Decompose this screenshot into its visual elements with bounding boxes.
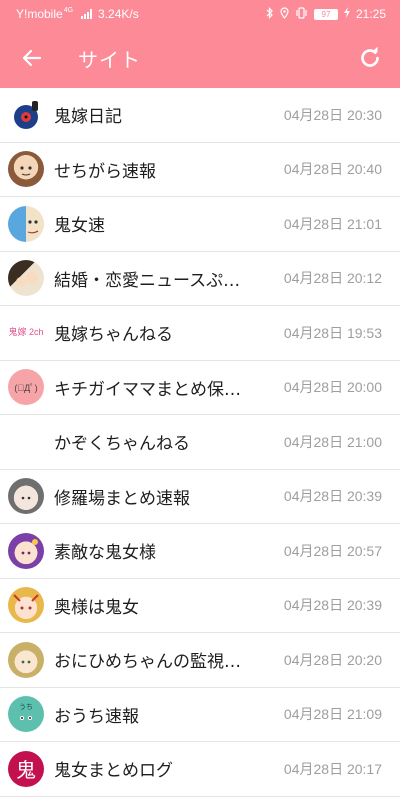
- site-name: 修羅場まとめ速報: [54, 488, 190, 509]
- charging-icon: [343, 7, 350, 21]
- page-title: サイト: [78, 47, 141, 72]
- site-avatar: [8, 260, 44, 297]
- site-name: 鬼嫁日記: [54, 107, 122, 128]
- status-right: 97 21:25: [266, 6, 386, 22]
- site-row-onihime-kanshi[interactable]: おにひめちゃんの監視… 04月28日 20:20: [0, 633, 400, 688]
- site-updated-time: 04月28日 19:53: [283, 324, 382, 341]
- site-name: キチガイママまとめ保…: [54, 379, 241, 400]
- site-name: せちがら速報: [54, 161, 156, 182]
- site-row-oniyome-channel[interactable]: 鬼嫁 2ch 鬼嫁ちゃんねる 04月28日 19:53: [0, 306, 400, 361]
- site-updated-time: 04月28日 20:57: [283, 542, 382, 559]
- site-avatar-logo-text: 鬼: [16, 758, 36, 783]
- network-type: 4G: [63, 7, 74, 14]
- status-left: Y!mobile4G 3.24K/s: [16, 7, 139, 21]
- character-avatar-icon: [13, 594, 39, 610]
- site-updated-time: 04月28日 21:00: [283, 433, 382, 450]
- site-row-kijosoku[interactable]: 鬼女速 04月28日 21:01: [0, 197, 400, 252]
- arrow-left-icon: [22, 49, 42, 67]
- site-name: 結婚・恋愛ニュースぷ…: [54, 270, 241, 291]
- character-avatar-icon: [21, 538, 38, 555]
- site-name: 鬼女速: [54, 216, 105, 237]
- site-row-shuraba-matome[interactable]: 修羅場まとめ速報 04月28日 20:39: [0, 470, 400, 524]
- vibrate-icon: [295, 6, 308, 22]
- site-avatar: [8, 96, 44, 133]
- site-avatar: 鬼: [8, 750, 44, 787]
- mascot-face-icon: [20, 716, 32, 721]
- site-name: 鬼嫁ちゃんねる: [54, 325, 173, 346]
- site-name: 素敵な鬼女様: [54, 543, 156, 564]
- site-updated-time: 04月28日 21:01: [283, 215, 382, 232]
- vinyl-record-icon: [14, 100, 38, 129]
- battery-icon: 97: [313, 8, 338, 20]
- site-avatar: [8, 205, 44, 242]
- site-updated-time: 04月28日 20:39: [283, 488, 382, 505]
- site-name: 鬼女まとめログ: [54, 761, 173, 782]
- site-list: 鬼嫁日記 04月28日 20:30 せちがら速報 04月28日 20:40 鬼女…: [0, 88, 400, 797]
- carrier-name: Y!mobile: [16, 7, 63, 21]
- refresh-button[interactable]: [352, 40, 388, 76]
- site-row-suteki-na-kijo[interactable]: 素敵な鬼女様 04月28日 20:57: [0, 524, 400, 579]
- refresh-icon: [361, 46, 379, 67]
- app-bar: サイト: [0, 28, 400, 88]
- character-avatar-icon: [21, 496, 31, 500]
- status-bar: Y!mobile4G 3.24K/s 97 21:25: [0, 0, 400, 28]
- site-updated-time: 04月28日 20:00: [283, 379, 382, 396]
- back-button[interactable]: [14, 40, 50, 76]
- site-updated-time: 04月28日 20:12: [283, 270, 382, 287]
- character-avatar-icon: [20, 166, 32, 176]
- site-avatar: [8, 641, 44, 678]
- site-name: おうち速報: [54, 706, 139, 727]
- site-row-ouchi-sokuho[interactable]: うち おうち速報 04月28日 21:09: [0, 688, 400, 742]
- site-name: かぞくちゃんねる: [54, 434, 190, 455]
- character-avatar-icon: [27, 220, 39, 234]
- site-updated-time: 04月28日 21:09: [283, 706, 382, 723]
- location-icon: [280, 6, 289, 22]
- site-avatar-logo-text: うち: [19, 704, 33, 712]
- couple-avatar-icon: [16, 272, 38, 288]
- site-avatar: [8, 587, 44, 624]
- site-row-okusama-wa-kijo[interactable]: 奥様は鬼女 04月28日 20:39: [0, 579, 400, 633]
- site-avatar-logo-text: 鬼嫁 2ch: [8, 326, 44, 337]
- bluetooth-icon: [266, 6, 274, 22]
- site-name: 奥様は鬼女: [54, 597, 139, 618]
- site-row-sechigara[interactable]: せちがら速報 04月28日 20:40: [0, 143, 400, 197]
- site-row-kekkon-renai[interactable]: 結婚・恋愛ニュースぷ… 04月28日 20:12: [0, 252, 400, 306]
- character-avatar-icon: [21, 660, 31, 664]
- site-avatar: 鬼嫁 2ch: [8, 314, 44, 351]
- site-updated-time: 04月28日 20:17: [283, 760, 382, 777]
- clock: 21:25: [355, 7, 386, 21]
- site-row-kichigai-mama[interactable]: (ﾟДﾟ) キチガイママまとめ保… 04月28日 20:00: [0, 361, 400, 415]
- site-row-kijo-matome-log[interactable]: 鬼 鬼女まとめログ 04月28日 20:17: [0, 742, 400, 797]
- site-avatar: [8, 151, 44, 188]
- site-avatar: [8, 424, 44, 460]
- signal-icon: [81, 9, 93, 19]
- site-row-kazoku-channel[interactable]: かぞくちゃんねる 04月28日 21:00: [0, 415, 400, 470]
- site-avatar-face-text: (ﾟДﾟ): [14, 382, 38, 393]
- site-name: おにひめちゃんの監視…: [54, 652, 241, 673]
- site-updated-time: 04月28日 20:40: [283, 161, 382, 178]
- site-updated-time: 04月28日 20:30: [283, 106, 382, 123]
- site-avatar: うち: [8, 696, 44, 733]
- site-avatar: [8, 478, 44, 515]
- site-avatar: [8, 532, 44, 569]
- site-row-oniyome-nikki[interactable]: 鬼嫁日記 04月28日 20:30: [0, 88, 400, 143]
- network-speed: 3.24K/s: [98, 7, 139, 21]
- site-updated-time: 04月28日 20:20: [283, 651, 382, 668]
- site-updated-time: 04月28日 20:39: [283, 597, 382, 614]
- carrier-label: Y!mobile4G: [16, 7, 73, 21]
- site-avatar: (ﾟДﾟ): [8, 369, 44, 406]
